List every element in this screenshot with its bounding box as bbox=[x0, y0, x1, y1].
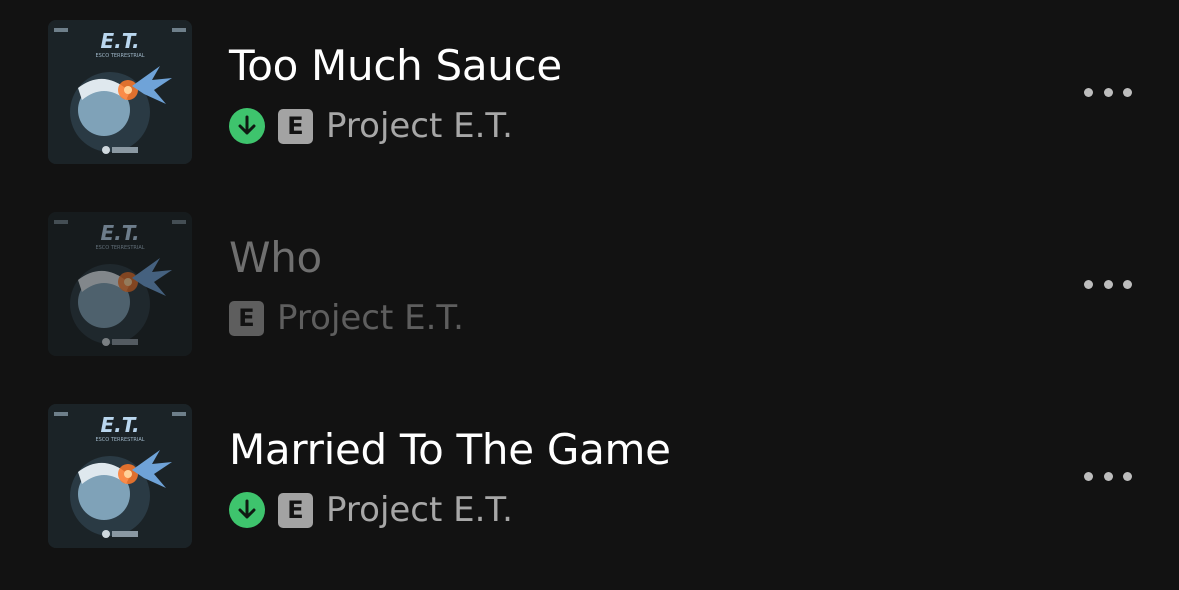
more-options-button[interactable] bbox=[1076, 456, 1140, 496]
explicit-badge: E bbox=[229, 300, 264, 336]
ellipsis-dot bbox=[1084, 471, 1093, 481]
ellipsis-dot bbox=[1123, 279, 1132, 289]
track-title: Married To The Game bbox=[229, 425, 671, 474]
album-name: Project E.T. bbox=[326, 490, 513, 530]
arrow-down-circle-icon bbox=[229, 108, 265, 144]
track-row[interactable]: E.T. ESCO TERRESTRIAL Too Much Sauce E P… bbox=[0, 0, 1179, 192]
more-options-button[interactable] bbox=[1076, 264, 1140, 304]
album-artwork: E.T. ESCO TERRESTRIAL bbox=[48, 404, 192, 548]
artwork-logo-text: E.T. bbox=[100, 29, 139, 53]
more-options-button[interactable] bbox=[1076, 72, 1140, 112]
arrow-down-circle-icon bbox=[229, 492, 265, 528]
ellipsis-dot bbox=[1103, 279, 1113, 289]
album-name: Project E.T. bbox=[277, 298, 464, 338]
track-title: Too Much Sauce bbox=[229, 41, 562, 90]
artwork-logo-text: E.T. bbox=[100, 221, 139, 245]
track-meta: E Project E.T. bbox=[229, 488, 513, 532]
artwork-subtitle-text: ESCO TERRESTRIAL bbox=[95, 245, 144, 251]
track-meta: E Project E.T. bbox=[229, 296, 464, 340]
explicit-badge: E bbox=[278, 492, 313, 528]
ellipsis-dot bbox=[1084, 279, 1093, 289]
artwork-logo-text: E.T. bbox=[100, 413, 139, 437]
track-list: E.T. ESCO TERRESTRIAL Too Much Sauce E P… bbox=[0, 0, 1179, 590]
ellipsis-dot bbox=[1103, 87, 1113, 97]
album-artwork: E.T. ESCO TERRESTRIAL bbox=[48, 20, 192, 164]
artwork-subtitle-text: ESCO TERRESTRIAL bbox=[95, 53, 144, 59]
ellipsis-dot bbox=[1123, 87, 1132, 97]
ellipsis-dot bbox=[1084, 87, 1093, 97]
track-row[interactable]: E.T. ESCO TERRESTRIAL Married To The Gam… bbox=[0, 384, 1179, 576]
track-row[interactable]: E.T. ESCO TERRESTRIAL Who E Project E.T. bbox=[0, 192, 1179, 384]
artwork-subtitle-text: ESCO TERRESTRIAL bbox=[95, 437, 144, 443]
album-artwork: E.T. ESCO TERRESTRIAL bbox=[48, 212, 192, 356]
ellipsis-dot bbox=[1103, 471, 1113, 481]
track-meta: E Project E.T. bbox=[229, 104, 513, 148]
explicit-badge: E bbox=[278, 108, 313, 144]
ellipsis-dot bbox=[1123, 471, 1132, 481]
album-name: Project E.T. bbox=[326, 106, 513, 146]
track-title: Who bbox=[229, 233, 322, 282]
